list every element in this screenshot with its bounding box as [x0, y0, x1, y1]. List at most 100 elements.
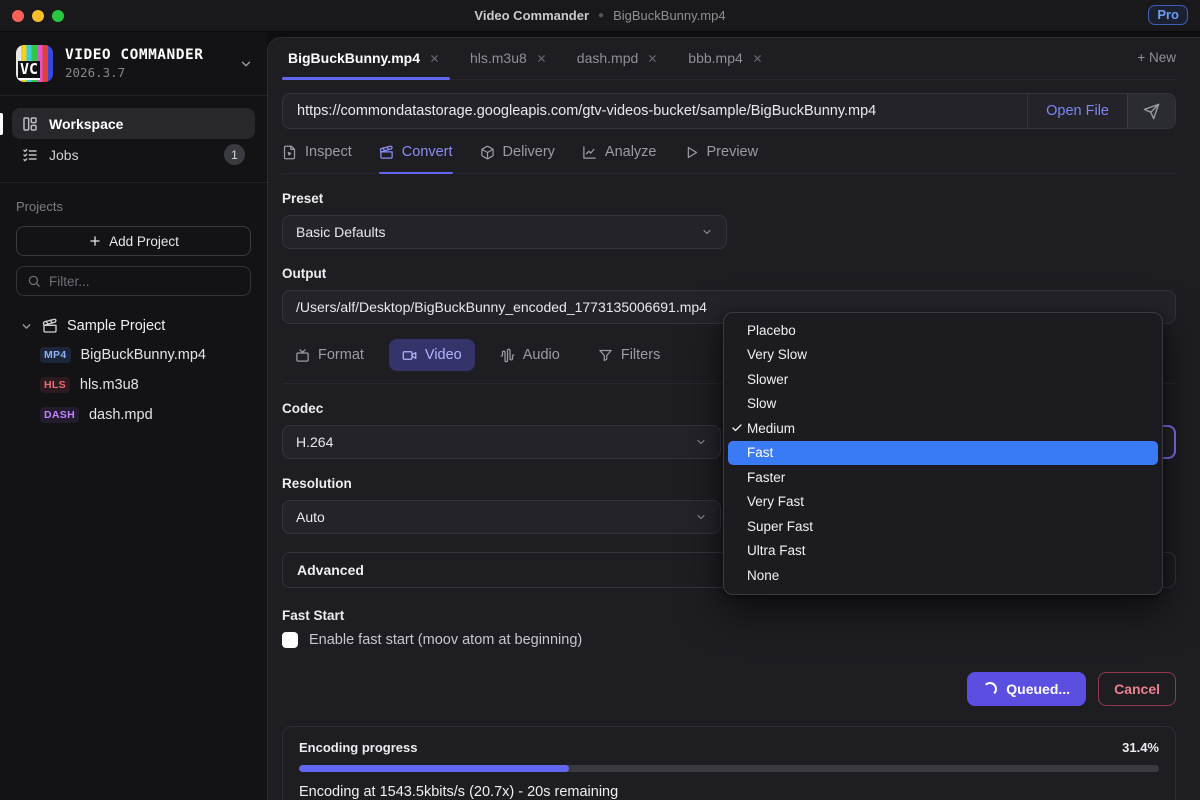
close-icon[interactable] — [752, 53, 763, 64]
queued-button[interactable]: Queued... — [967, 672, 1086, 706]
codec-select[interactable]: H.264 — [282, 425, 721, 459]
close-icon[interactable] — [536, 53, 547, 64]
dropdown-item-label: Very Fast — [747, 494, 804, 509]
dropdown-item-label: Ultra Fast — [747, 543, 806, 558]
add-project-label: Add Project — [109, 234, 179, 249]
subtab-format[interactable]: Format — [282, 339, 377, 371]
sidebar-item-jobs[interactable]: Jobs 1 — [12, 139, 255, 170]
speed-preset-dropdown: Placebo Very Slow Slower Slow Medium Fas… — [723, 312, 1163, 595]
subtab-filters[interactable]: Filters — [585, 339, 673, 371]
plus-icon — [88, 234, 102, 248]
chevron-down-icon[interactable] — [239, 57, 253, 71]
title-separator-dot: ● — [598, 10, 604, 21]
new-tab-button[interactable]: + New — [1137, 50, 1176, 79]
app-logo: VC — [16, 45, 53, 82]
inspect-file-icon — [282, 145, 297, 160]
dropdown-item[interactable]: Very Slow — [724, 343, 1162, 368]
progress-percent: 31.4% — [1122, 740, 1159, 755]
dropdown-item-label: Slower — [747, 372, 788, 387]
sidebar: VC VIDEO COMMANDER 2026.3.7 Workspace Jo… — [0, 32, 267, 800]
progress-status: Encoding at 1543.5kbits/s (20.7x) - 20s … — [299, 784, 1159, 800]
window-title-app: Video Commander — [474, 8, 589, 23]
progress-title: Encoding progress — [299, 740, 417, 755]
jobs-count-badge: 1 — [224, 144, 245, 165]
close-window-button[interactable] — [12, 10, 24, 22]
tab-convert[interactable]: Convert — [379, 144, 453, 173]
file-tab[interactable]: bbb.mp4 — [682, 50, 772, 79]
dropdown-item-selected[interactable]: Medium — [724, 416, 1162, 441]
file-tab[interactable]: BigBuckBunny.mp4 — [282, 50, 450, 79]
subtab-video[interactable]: Video — [389, 339, 475, 371]
tree-project-row[interactable]: Sample Project — [14, 318, 257, 340]
tree-file-row[interactable]: HLS hls.m3u8 — [14, 370, 257, 400]
projects-section: Projects Add Project — [0, 183, 267, 296]
dropdown-item-label: Very Slow — [747, 347, 807, 362]
zoom-window-button[interactable] — [52, 10, 64, 22]
load-url-button[interactable] — [1127, 94, 1175, 128]
subtab-audio[interactable]: Audio — [487, 339, 573, 371]
dropdown-item[interactable]: Very Fast — [724, 490, 1162, 515]
window-controls[interactable] — [12, 10, 64, 22]
dropdown-item[interactable]: Placebo — [724, 318, 1162, 343]
check-icon — [731, 422, 743, 434]
tree-file-row[interactable]: DASH dash.mpd — [14, 400, 257, 430]
format-badge-mp4: MP4 — [40, 347, 71, 363]
project-name: Sample Project — [67, 318, 165, 334]
tree-file-row[interactable]: MP4 BigBuckBunny.mp4 — [14, 340, 257, 370]
url-bar: Open File — [282, 93, 1176, 129]
filter-input[interactable] — [49, 274, 240, 289]
search-icon — [27, 274, 41, 288]
dropdown-item-label: Placebo — [747, 323, 796, 338]
chevron-down-icon — [695, 436, 707, 448]
dropdown-item[interactable]: Ultra Fast — [724, 539, 1162, 564]
progress-card: Encoding progress 31.4% Encoding at 1543… — [282, 726, 1176, 800]
action-row: Queued... Cancel — [282, 672, 1176, 706]
dropdown-item[interactable]: Slow — [724, 392, 1162, 417]
send-icon — [1143, 103, 1160, 120]
sidebar-item-label: Workspace — [49, 116, 123, 132]
dropdown-item[interactable]: Slower — [724, 367, 1162, 392]
fast-start-checkbox[interactable] — [282, 632, 298, 648]
preset-label: Preset — [282, 191, 1176, 206]
dropdown-item-label: Faster — [747, 470, 785, 485]
subtab-label: Audio — [523, 347, 560, 363]
codec-value: H.264 — [296, 434, 333, 450]
play-icon — [684, 145, 699, 160]
sidebar-header[interactable]: VC VIDEO COMMANDER 2026.3.7 — [0, 32, 267, 96]
dropdown-item[interactable]: Super Fast — [724, 514, 1162, 539]
format-badge-hls: HLS — [40, 377, 70, 393]
sidebar-item-workspace[interactable]: Workspace — [12, 108, 255, 139]
tab-label: Preview — [707, 144, 759, 160]
chart-line-icon — [582, 145, 597, 160]
tab-delivery[interactable]: Delivery — [480, 144, 555, 173]
dropdown-item[interactable]: Faster — [724, 465, 1162, 490]
fast-start-row: Enable fast start (moov atom at beginnin… — [282, 632, 1176, 648]
tab-inspect[interactable]: Inspect — [282, 144, 352, 173]
close-icon[interactable] — [647, 53, 658, 64]
resolution-select[interactable]: Auto — [282, 500, 721, 534]
active-indicator — [0, 113, 3, 135]
progress-track — [299, 765, 1159, 772]
tab-label: Analyze — [605, 144, 657, 160]
dropdown-item-label: Medium — [747, 421, 795, 436]
dropdown-item-label: None — [747, 568, 779, 583]
file-tab[interactable]: dash.mpd — [571, 50, 668, 79]
chevron-down-icon[interactable] — [20, 320, 33, 333]
dropdown-item[interactable]: None — [724, 563, 1162, 588]
projects-heading: Projects — [16, 199, 251, 214]
dropdown-item-highlighted[interactable]: Fast — [728, 441, 1158, 466]
minimize-window-button[interactable] — [32, 10, 44, 22]
close-icon[interactable] — [429, 53, 440, 64]
url-input[interactable] — [283, 103, 1027, 119]
file-tab-label: BigBuckBunny.mp4 — [288, 50, 420, 66]
file-tab[interactable]: hls.m3u8 — [464, 50, 557, 79]
fast-start-label: Fast Start — [282, 608, 1176, 623]
cancel-button[interactable]: Cancel — [1098, 672, 1176, 706]
preset-select[interactable]: Basic Defaults — [282, 215, 727, 249]
app-logo-text: VC — [18, 61, 40, 80]
sidebar-nav: Workspace Jobs 1 — [0, 96, 267, 183]
open-file-button[interactable]: Open File — [1027, 94, 1127, 128]
add-project-button[interactable]: Add Project — [16, 226, 251, 256]
tab-analyze[interactable]: Analyze — [582, 144, 657, 173]
tab-preview[interactable]: Preview — [684, 144, 759, 173]
